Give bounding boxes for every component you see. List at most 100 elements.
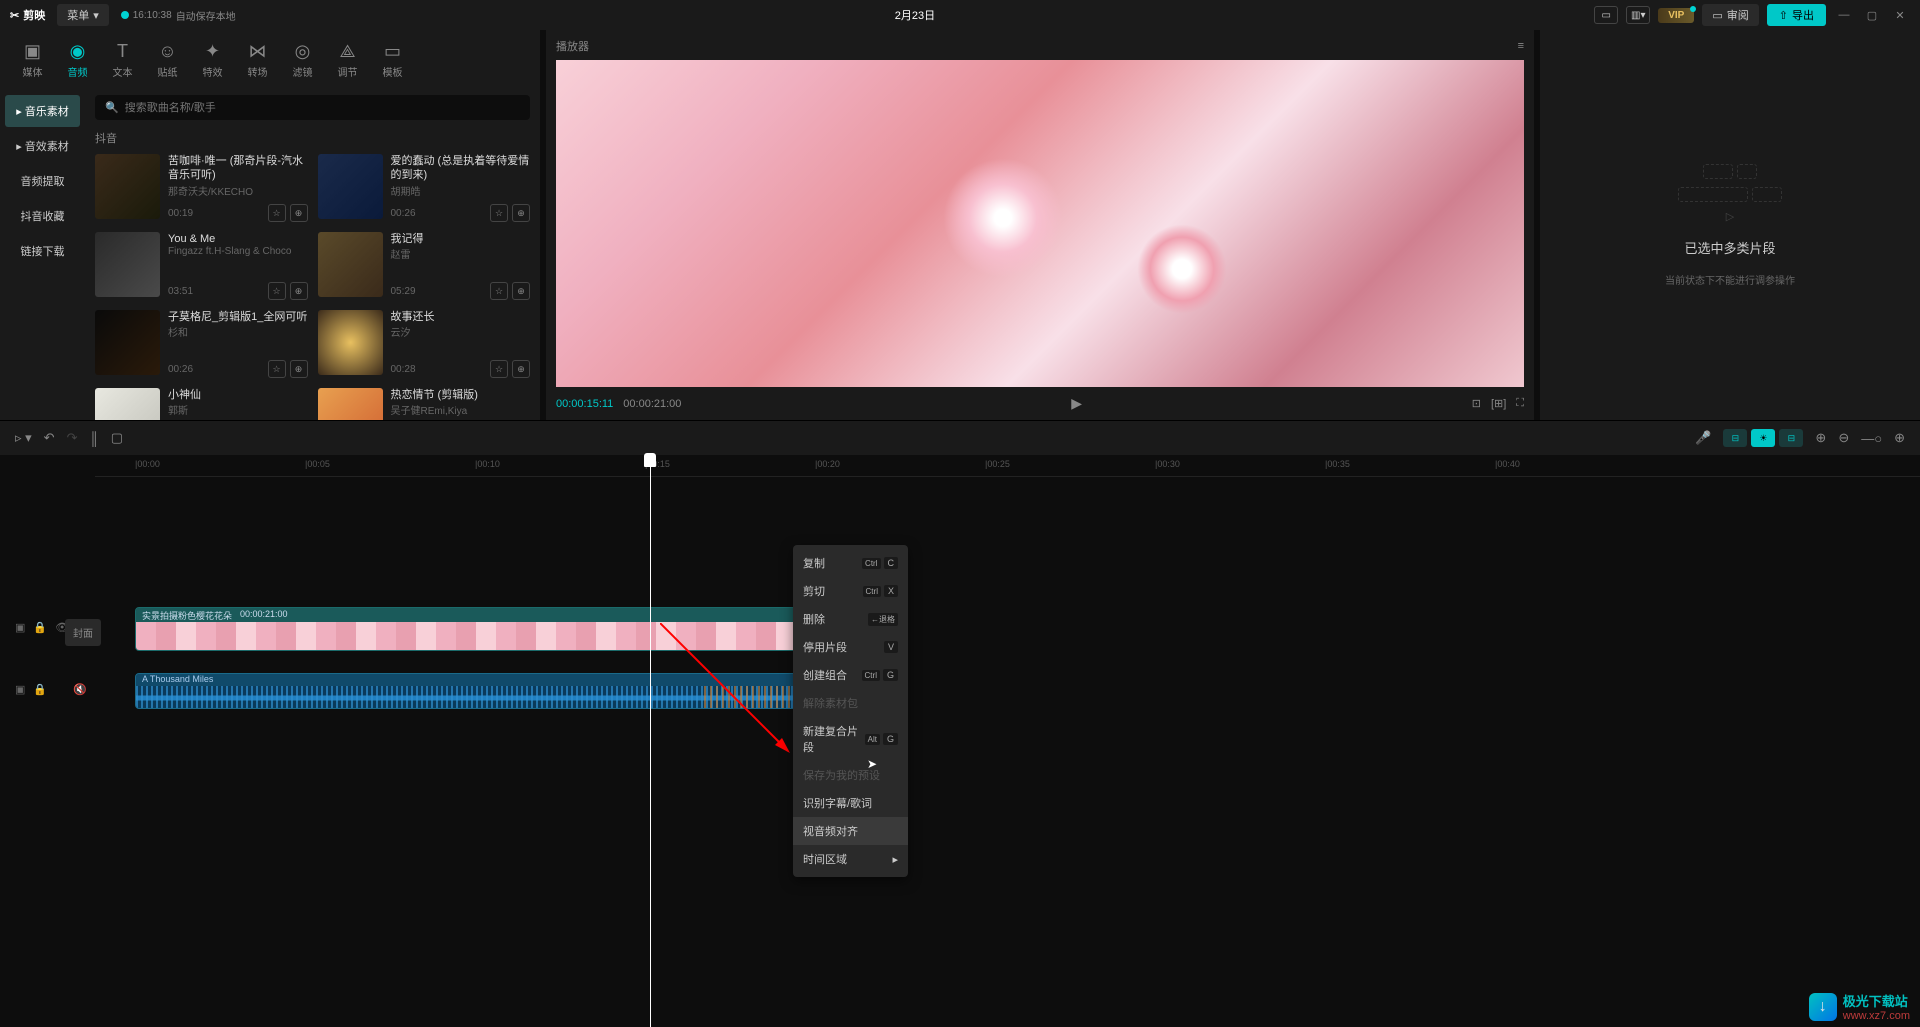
export-button[interactable]: ⇧ 导出 bbox=[1767, 4, 1826, 26]
music-cover[interactable] bbox=[318, 232, 383, 297]
group-icon[interactable]: ▣ bbox=[15, 683, 25, 696]
download-button[interactable]: ⊕ bbox=[512, 360, 530, 378]
tab-调节[interactable]: ⟁调节 bbox=[325, 35, 370, 85]
menu-label: 菜单 bbox=[67, 7, 89, 23]
menu-item-停用片段[interactable]: 停用片段V bbox=[793, 633, 908, 661]
play-button[interactable]: ▶ bbox=[1071, 395, 1082, 412]
zoom-mode-1[interactable]: ⊟ bbox=[1723, 429, 1747, 447]
menu-label: 时间区域 bbox=[803, 851, 847, 867]
close-button[interactable]: ✕ bbox=[1890, 5, 1910, 25]
download-button[interactable]: ⊕ bbox=[290, 282, 308, 300]
group-icon[interactable]: ▣ bbox=[15, 621, 25, 634]
menu-label: 删除 bbox=[803, 611, 825, 627]
favorite-button[interactable]: ☆ bbox=[490, 204, 508, 222]
ruler-mark: |00:40 bbox=[1495, 459, 1520, 469]
music-cover[interactable] bbox=[318, 154, 383, 219]
music-cover[interactable] bbox=[95, 154, 160, 219]
delete-button[interactable]: ▢ bbox=[111, 430, 123, 446]
tab-文本[interactable]: T文本 bbox=[100, 35, 145, 85]
music-item[interactable]: You & Me Fingazz ft.H-Slang & Choco 03:5… bbox=[95, 232, 308, 300]
favorite-button[interactable]: ☆ bbox=[490, 360, 508, 378]
music-item[interactable]: 子莫格尼_剪辑版1_全网可听 杉和 00:26 ☆ ⊕ bbox=[95, 310, 308, 378]
ratio-icon[interactable]: [⊞] bbox=[1491, 397, 1506, 410]
music-cover[interactable] bbox=[95, 232, 160, 297]
tab-音频[interactable]: ◉音频 bbox=[55, 35, 100, 85]
split-button[interactable]: ║ bbox=[89, 431, 98, 446]
search-input[interactable] bbox=[125, 102, 520, 114]
mute-icon[interactable]: 🔇 bbox=[73, 683, 87, 696]
sidebar-item-0[interactable]: ▸ 音乐素材 bbox=[5, 95, 80, 127]
music-item[interactable]: 热恋情节 (剪辑版) 吴子健REmi,Kiya ☆ ⊕ bbox=[318, 388, 531, 420]
undo-button[interactable]: ↶ bbox=[44, 430, 55, 446]
review-button[interactable]: ▭ 审阅 bbox=[1702, 4, 1758, 26]
cover-label[interactable]: 封面 bbox=[65, 619, 101, 646]
menu-button[interactable]: 菜单 ▾ bbox=[57, 4, 109, 26]
maximize-button[interactable]: ▢ bbox=[1862, 5, 1882, 25]
tab-转场[interactable]: ⋈转场 bbox=[235, 35, 280, 85]
snap-icon[interactable]: ⊕ bbox=[1815, 430, 1826, 446]
music-item[interactable]: 苦咖啡·唯一 (那奇片段-汽水音乐可听) 那奇沃夫/KKECHO 00:19 ☆… bbox=[95, 154, 308, 222]
menu-item-识别字幕/歌词[interactable]: 识别字幕/歌词 bbox=[793, 789, 908, 817]
favorite-button[interactable]: ☆ bbox=[268, 282, 286, 300]
tab-媒体[interactable]: ▣媒体 bbox=[10, 35, 55, 85]
favorite-button[interactable]: ☆ bbox=[268, 204, 286, 222]
redo-button[interactable]: ↷ bbox=[67, 430, 78, 446]
menu-item-删除[interactable]: 删除←退格 bbox=[793, 605, 908, 633]
sidebar-item-1[interactable]: ▸ 音效素材 bbox=[5, 130, 80, 162]
download-button[interactable]: ⊕ bbox=[290, 360, 308, 378]
download-button[interactable]: ⊕ bbox=[512, 204, 530, 222]
playhead[interactable] bbox=[650, 455, 651, 1027]
timeline-ruler[interactable]: |00:00|00:05|00:10|00:15|00:20|00:25|00:… bbox=[95, 455, 1920, 477]
lock-icon[interactable]: 🔒 bbox=[33, 683, 47, 696]
project-title: 2月23日 bbox=[895, 7, 935, 23]
tab-模板[interactable]: ▭模板 bbox=[370, 35, 415, 85]
sidebar-item-2[interactable]: 音频提取 bbox=[5, 165, 80, 197]
player-menu-icon[interactable]: ≡ bbox=[1518, 40, 1524, 52]
video-clip[interactable]: 实景拍摄粉色樱花花朵 00:00:21:00 bbox=[135, 607, 885, 651]
music-cover[interactable] bbox=[318, 388, 383, 420]
music-item[interactable]: 故事还长 云汐 00:28 ☆ ⊕ bbox=[318, 310, 531, 378]
music-info: 子莫格尼_剪辑版1_全网可听 杉和 00:26 ☆ ⊕ bbox=[168, 310, 308, 378]
audio-clip[interactable]: A Thousand Miles bbox=[135, 673, 885, 709]
menu-item-复制[interactable]: 复制CtrlC bbox=[793, 549, 908, 577]
timeline[interactable]: |00:00|00:05|00:10|00:15|00:20|00:25|00:… bbox=[0, 455, 1920, 1027]
fullscreen-icon[interactable]: ⛶ bbox=[1516, 397, 1524, 410]
favorite-button[interactable]: ☆ bbox=[490, 282, 508, 300]
minimize-button[interactable]: — bbox=[1834, 5, 1854, 25]
music-item[interactable]: 我记得 赵雷 05:29 ☆ ⊕ bbox=[318, 232, 531, 300]
zoom-slider[interactable]: —○ bbox=[1861, 431, 1882, 446]
download-button[interactable]: ⊕ bbox=[512, 282, 530, 300]
tab-滤镜[interactable]: ◎滤镜 bbox=[280, 35, 325, 85]
menu-item-视音频对齐[interactable]: 视音频对齐 bbox=[793, 817, 908, 845]
media-panel: ▣媒体◉音频T文本☺贴纸✦特效⋈转场◎滤镜⟁调节▭模板 ▸ 音乐素材▸ 音效素材… bbox=[0, 30, 540, 420]
music-cover[interactable] bbox=[318, 310, 383, 375]
sidebar-item-4[interactable]: 链接下载 bbox=[5, 235, 80, 267]
zoom-icon[interactable]: ⊡ bbox=[1472, 397, 1481, 410]
mic-icon[interactable]: 🎤 bbox=[1695, 430, 1711, 446]
menu-item-新建复合片段[interactable]: 新建复合片段AltG bbox=[793, 717, 908, 761]
layout-button-1[interactable]: ▭ bbox=[1594, 6, 1618, 24]
vip-badge[interactable]: VIP bbox=[1658, 8, 1694, 23]
music-cover[interactable] bbox=[95, 388, 160, 420]
lock-icon[interactable]: 🔒 bbox=[33, 621, 47, 634]
zoom-mode-2[interactable]: ☀ bbox=[1751, 429, 1775, 447]
music-item[interactable]: 爱的蠢动 (总是执着等待爱情的到来) 胡期皓 00:26 ☆ ⊕ bbox=[318, 154, 531, 222]
music-item[interactable]: 小神仙 郭斯 ☆ ⊕ bbox=[95, 388, 308, 420]
zoom-mode-3[interactable]: ⊟ bbox=[1779, 429, 1803, 447]
layout-button-2[interactable]: ▥▾ bbox=[1626, 6, 1650, 24]
menu-item-创建组合[interactable]: 创建组合CtrlG bbox=[793, 661, 908, 689]
tab-贴纸[interactable]: ☺贴纸 bbox=[145, 35, 190, 85]
download-button[interactable]: ⊕ bbox=[290, 204, 308, 222]
favorite-button[interactable]: ☆ bbox=[268, 360, 286, 378]
select-tool[interactable]: ▹ ▾ bbox=[15, 430, 32, 446]
sidebar-item-3[interactable]: 抖音收藏 bbox=[5, 200, 80, 232]
zoom-in-icon[interactable]: ⊕ bbox=[1894, 430, 1905, 446]
zoom-out-icon[interactable]: ⊖ bbox=[1838, 430, 1849, 446]
video-preview[interactable] bbox=[556, 60, 1524, 387]
menu-item-剪切[interactable]: 剪切CtrlX bbox=[793, 577, 908, 605]
menu-item-时间区域[interactable]: 时间区域▸ bbox=[793, 845, 908, 873]
tab-特效[interactable]: ✦特效 bbox=[190, 35, 235, 85]
panel-body: ▸ 音乐素材▸ 音效素材音频提取抖音收藏链接下载 🔍 抖音 苦咖啡·唯一 (那奇… bbox=[0, 90, 540, 420]
music-cover[interactable] bbox=[95, 310, 160, 375]
search-box[interactable]: 🔍 bbox=[95, 95, 530, 120]
